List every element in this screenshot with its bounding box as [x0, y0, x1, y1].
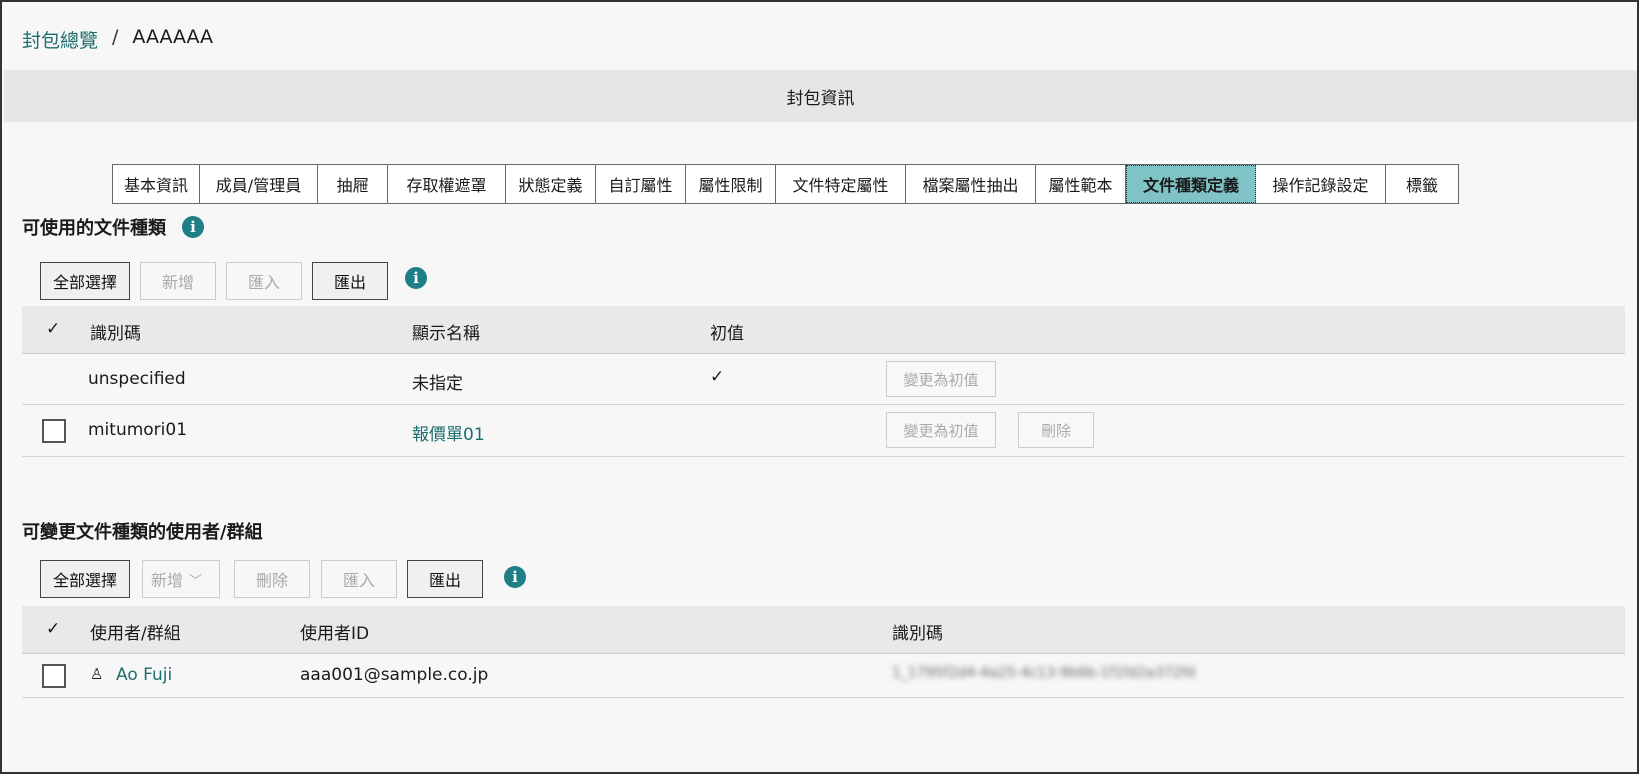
user-identifier: 1_1795f2d4-4a25-4c13-9b6b-1f1fd2a372fd — [892, 665, 1196, 681]
column-header-identifier: 識別碼 — [892, 624, 943, 644]
doc-type-display-name: 未指定 — [412, 374, 463, 394]
doc-type-id: unspecified — [88, 369, 186, 389]
tab-6[interactable]: 屬性限制 — [686, 165, 776, 203]
select-all-button[interactable]: 全部選擇 — [40, 560, 130, 598]
info-icon[interactable]: i — [405, 267, 427, 289]
tab-2[interactable]: 抽屜 — [318, 165, 388, 203]
column-header-user-id: 使用者ID — [300, 624, 370, 644]
info-icon[interactable]: i — [504, 566, 526, 588]
export-button[interactable]: 匯出 — [407, 560, 483, 598]
export-button[interactable]: 匯出 — [312, 262, 388, 300]
select-column-check-icon[interactable]: ✓ — [46, 319, 60, 339]
main-window: 封包總覽 / AAAAAA 封包資訊 基本資訊 成員/管理員 抽屜 存取權遮罩 狀態定義… — [0, 0, 1639, 774]
breadcrumb: 封包總覽 / AAAAAA — [22, 26, 213, 53]
chevron-down-icon: ﹀ — [189, 573, 203, 589]
user-id: aaa001@sample.co.jp — [300, 665, 489, 685]
doc-type-display-name-link[interactable]: 報價單01 — [412, 420, 485, 445]
tab-5[interactable]: 自訂屬性 — [596, 165, 686, 203]
add-button[interactable]: 新增 — [140, 262, 216, 300]
delete-button[interactable]: 刪除 — [1018, 412, 1094, 448]
tab-12[interactable]: 標籤 — [1386, 165, 1458, 203]
user-icon: ♙ — [90, 665, 104, 683]
add-dropdown-button[interactable]: 新增 ﹀ — [142, 560, 220, 598]
import-button[interactable]: 匯入 — [321, 560, 397, 598]
select-all-button[interactable]: 全部選擇 — [40, 262, 130, 300]
section-title: 封包資訊 — [786, 88, 855, 109]
breadcrumb-current: AAAAAA — [132, 26, 214, 48]
doc-types-heading: 可使用的文件種類 i — [22, 214, 204, 240]
doc-types-title: 可使用的文件種類 — [22, 218, 166, 239]
set-default-button[interactable]: 變更為初值 — [886, 361, 996, 397]
tab-0[interactable]: 基本資訊 — [113, 165, 200, 203]
row-checkbox[interactable] — [42, 664, 66, 688]
tab-bar: 基本資訊 成員/管理員 抽屜 存取權遮罩 狀態定義 自訂屬性 屬性限制 文件特定屬性 檔案屬性抽… — [112, 164, 1459, 204]
tab-11[interactable]: 操作記錄設定 — [1256, 165, 1386, 203]
tab-7[interactable]: 文件特定屬性 — [776, 165, 906, 203]
set-default-button[interactable]: 變更為初值 — [886, 412, 996, 448]
breadcrumb-link-packages[interactable]: 封包總覽 — [22, 26, 98, 53]
column-header-default: 初值 — [710, 324, 744, 344]
tab-3[interactable]: 存取權遮罩 — [388, 165, 506, 203]
users-title: 可變更文件種類的使用者/群組 — [22, 522, 263, 543]
default-check-icon: ✓ — [710, 367, 725, 387]
tab-8[interactable]: 檔案屬性抽出 — [906, 165, 1036, 203]
column-header-display-name: 顯示名稱 — [412, 324, 480, 344]
tab-4[interactable]: 狀態定義 — [506, 165, 596, 203]
doc-type-id: mitumori01 — [88, 420, 188, 440]
tab-9[interactable]: 屬性範本 — [1036, 165, 1126, 203]
breadcrumb-separator: / — [112, 26, 119, 48]
users-table-header: ✓ 使用者/群組 使用者ID 識別碼 — [22, 606, 1625, 654]
column-header-id: 識別碼 — [90, 324, 141, 344]
doc-types-table-header: ✓ 識別碼 顯示名稱 初值 — [22, 306, 1625, 354]
section-title-bar: 封包資訊 — [4, 70, 1637, 122]
add-dropdown-label: 新增 — [151, 571, 184, 590]
table-row: mitumori01 報價單01 變更為初值 刪除 — [22, 405, 1625, 457]
column-header-user-group: 使用者/群組 — [90, 624, 181, 644]
table-row: unspecified 未指定 ✓ 變更為初值 — [22, 354, 1625, 405]
import-button[interactable]: 匯入 — [226, 262, 302, 300]
tab-10[interactable]: 文件種類定義 — [1126, 165, 1256, 203]
info-icon[interactable]: i — [182, 216, 204, 238]
table-row: ♙ Ao Fuji aaa001@sample.co.jp 1_1795f2d4… — [22, 654, 1625, 698]
tab-1[interactable]: 成員/管理員 — [200, 165, 318, 203]
row-checkbox[interactable] — [42, 419, 66, 443]
select-column-check-icon[interactable]: ✓ — [46, 619, 60, 639]
user-name-link[interactable]: Ao Fuji — [116, 665, 172, 685]
users-heading: 可變更文件種類的使用者/群組 — [22, 518, 263, 544]
delete-button[interactable]: 刪除 — [234, 560, 310, 598]
